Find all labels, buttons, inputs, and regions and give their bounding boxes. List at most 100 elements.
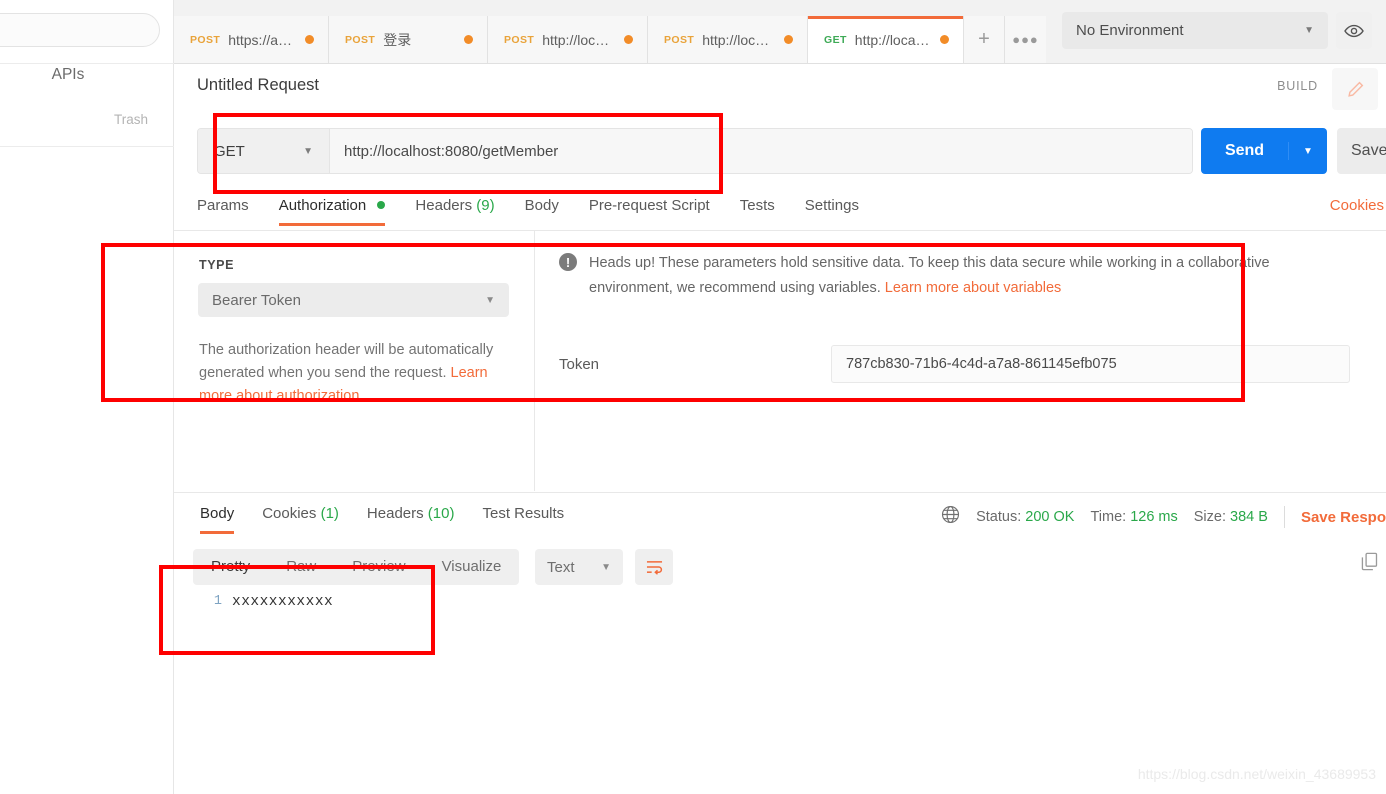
eye-icon[interactable] — [1336, 12, 1372, 49]
new-tab-button[interactable]: + — [964, 16, 1005, 63]
tab-label: Tests — [739, 197, 775, 214]
tab-params[interactable]: Params — [197, 194, 273, 226]
tab-label: Headers — [366, 505, 424, 522]
auth-help-text: The authorization header will be automat… — [199, 339, 499, 408]
response-format-switcher: Pretty Raw Preview Visualize — [193, 549, 520, 585]
word-wrap-toggle-icon[interactable] — [635, 549, 673, 585]
tab-settings[interactable]: Settings — [805, 194, 883, 226]
status-group: Status: 200 OK — [976, 509, 1074, 525]
format-raw[interactable]: Raw — [268, 549, 334, 585]
banner-text: Heads up! These parameters hold sensitiv… — [589, 251, 1356, 301]
send-button[interactable]: Send ▼ — [1201, 128, 1327, 174]
sidebar-search-input[interactable] — [0, 13, 160, 47]
tab-label: Headers — [415, 197, 473, 214]
watermark: https://blog.csdn.net/weixin_43689953 — [1137, 766, 1376, 782]
format-pretty[interactable]: Pretty — [193, 549, 268, 585]
auth-configured-dot-icon — [377, 201, 386, 209]
warning-icon: ! — [559, 253, 577, 271]
tab-headers[interactable]: Headers (9) — [415, 194, 518, 226]
copy-icon[interactable] — [1361, 552, 1378, 571]
auth-type-selector[interactable]: Bearer Token ▼ — [198, 283, 509, 317]
method-label: GET — [214, 142, 245, 160]
unsaved-dot-icon — [624, 35, 633, 44]
postman-window: APIs Trash POST https://api.... POST 登录 … — [0, 0, 1386, 794]
tab-label: Authorization — [278, 197, 367, 214]
tab-body[interactable]: Body — [525, 194, 583, 226]
sidebar-item-trash[interactable]: Trash — [0, 112, 174, 127]
token-input[interactable]: 787cb830-71b6-4c4d-a7a8-861145efb075 — [831, 345, 1350, 383]
auth-type-heading: TYPE — [199, 258, 235, 272]
unsaved-dot-icon — [784, 35, 793, 44]
sidebar-divider-2 — [0, 146, 174, 147]
tab-method-label: POST — [504, 33, 535, 46]
auth-type-panel: TYPE Bearer Token ▼ The authorization he… — [174, 231, 535, 491]
auth-help-sentence: The authorization header will be automat… — [199, 342, 494, 381]
status-separator — [1283, 506, 1285, 528]
response-tab-test-results[interactable]: Test Results — [468, 502, 578, 534]
request-tab-active[interactable]: GET http://localh... — [808, 16, 964, 63]
send-options-chevron-icon[interactable]: ▼ — [1289, 146, 1327, 157]
http-method-selector[interactable]: GET ▼ — [198, 129, 330, 173]
save-button[interactable]: Save — [1337, 128, 1386, 174]
time-group: Time: 126 ms — [1090, 509, 1177, 525]
edit-pencil-icon[interactable] — [1332, 68, 1378, 110]
tab-options-icon[interactable]: ●●● — [1005, 16, 1046, 63]
response-section-tabs: Body Cookies (1) Headers (10) Test Resul… — [186, 502, 578, 534]
sidebar-divider — [0, 63, 174, 64]
response-tab-body[interactable]: Body — [186, 502, 248, 534]
request-section-tabs: Params Authorization Headers (9) Body Pr… — [197, 194, 1377, 230]
tab-url-label: http://localh... — [854, 31, 932, 48]
tab-method-label: POST — [664, 33, 695, 46]
globe-icon[interactable] — [941, 505, 960, 529]
tab-url-label: http://local... — [702, 31, 776, 48]
request-title: Untitled Request — [197, 76, 319, 94]
tab-label: Settings — [804, 197, 859, 214]
tab-url-label: http://local... — [542, 31, 616, 48]
format-preview[interactable]: Preview — [334, 549, 423, 585]
auth-token-panel: ! Heads up! These parameters hold sensit… — [536, 231, 1386, 491]
chevron-down-icon: ▼ — [601, 561, 611, 573]
tab-method-label: POST — [345, 33, 376, 46]
save-response-button[interactable]: Save Respo — [1301, 509, 1386, 526]
tab-label: Body — [200, 505, 235, 522]
sidebar-item-apis[interactable]: APIs — [0, 66, 136, 84]
environment-selector[interactable]: No Environment ▼ — [1062, 12, 1328, 49]
size-group: Size: 384 B — [1194, 509, 1268, 525]
tab-count: (10) — [427, 505, 455, 522]
request-tab[interactable]: POST 登录 — [329, 16, 488, 63]
response-body-viewer[interactable]: 1 xxxxxxxxxxx — [186, 594, 1386, 794]
request-tab[interactable]: POST http://local... — [488, 16, 648, 63]
line-content: xxxxxxxxxxx — [232, 594, 334, 610]
chevron-down-icon: ▼ — [485, 294, 495, 306]
build-label: BUILD — [1277, 79, 1318, 93]
response-tab-headers[interactable]: Headers (10) — [353, 502, 469, 534]
size-value: 384 B — [1230, 509, 1268, 525]
auth-type-value: Bearer Token — [212, 291, 301, 309]
tab-method-label: GET — [824, 33, 847, 46]
tab-label: Cookies — [262, 505, 317, 522]
top-tab-bar: POST https://api.... POST 登录 POST http:/… — [174, 0, 1386, 64]
tab-authorization[interactable]: Authorization — [278, 194, 410, 226]
tab-label: Test Results — [482, 505, 565, 522]
tab-tests[interactable]: Tests — [740, 194, 799, 226]
chevron-down-icon: ▼ — [303, 145, 313, 157]
tab-pre-request-script[interactable]: Pre-request Script — [589, 194, 734, 226]
tab-url-label: https://api.... — [228, 31, 297, 48]
left-sidebar: APIs Trash — [0, 0, 174, 794]
url-input[interactable]: http://localhost:8080/getMember — [330, 129, 1192, 173]
tab-url-label: 登录 — [383, 31, 412, 48]
request-tab[interactable]: POST http://local... — [648, 16, 808, 63]
response-tab-cookies[interactable]: Cookies (1) — [248, 502, 353, 534]
learn-more-variables-link[interactable]: Learn more about variables — [885, 280, 1062, 296]
request-tab[interactable]: POST https://api.... — [174, 16, 329, 63]
token-label: Token — [559, 355, 600, 373]
line-number: 1 — [213, 594, 222, 609]
environment-controls: No Environment ▼ — [1062, 12, 1372, 49]
cookies-link[interactable]: Cookies — [1330, 197, 1384, 214]
format-visualize[interactable]: Visualize — [424, 549, 520, 585]
response-status-bar: Status: 200 OK Time: 126 ms Size: 384 B … — [941, 505, 1386, 529]
response-content-type-selector[interactable]: Text ▼ — [535, 549, 623, 585]
request-tab-strip: POST https://api.... POST 登录 POST http:/… — [174, 0, 1046, 63]
tab-method-label: POST — [190, 33, 221, 46]
response-divider — [174, 492, 1386, 493]
